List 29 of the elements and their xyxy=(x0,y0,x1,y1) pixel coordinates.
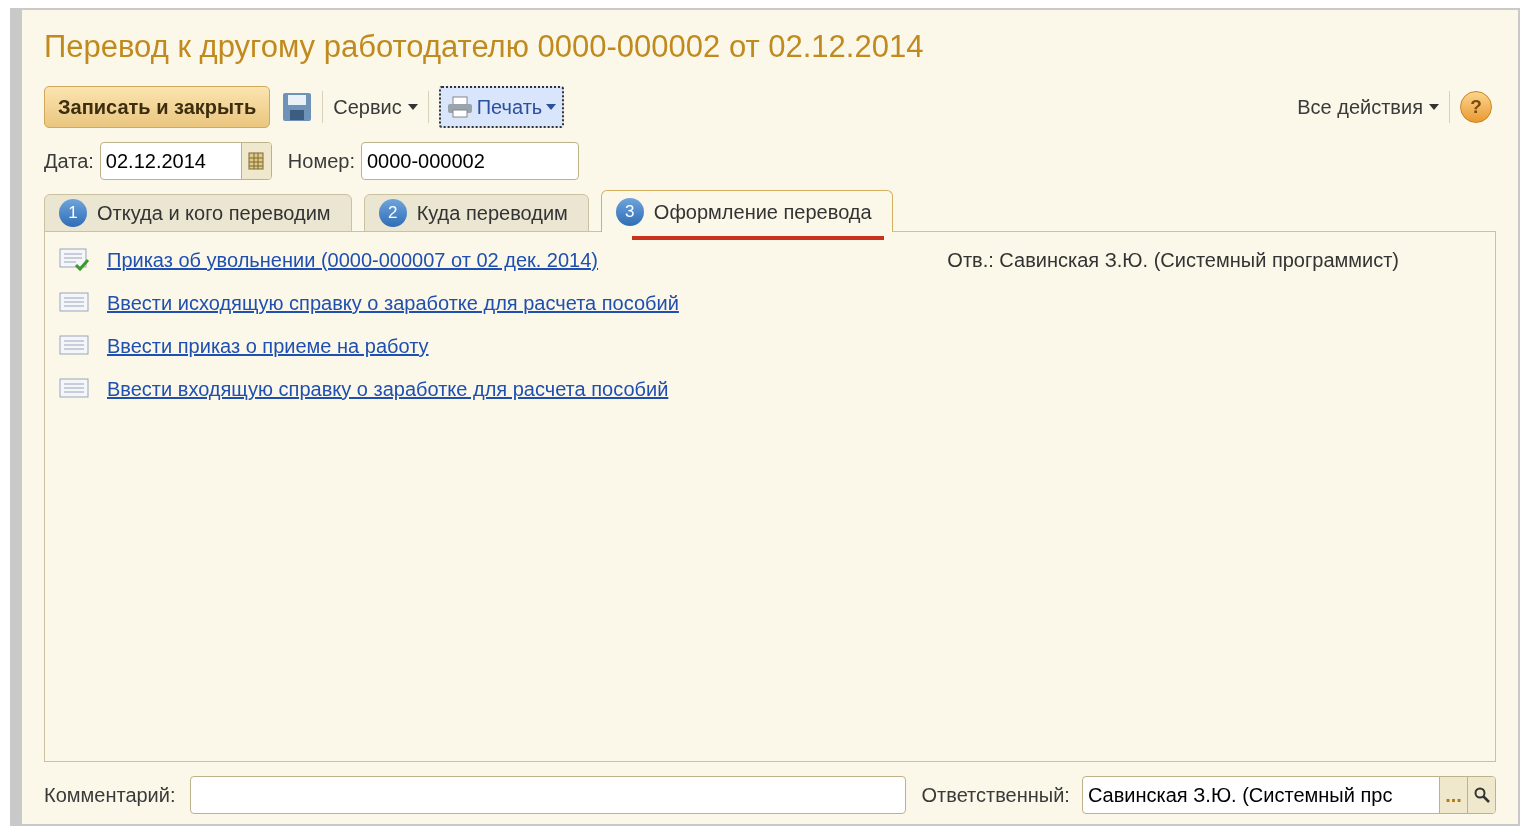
search-icon[interactable] xyxy=(1467,777,1495,813)
caret-icon xyxy=(1429,104,1439,110)
date-label: Дата: xyxy=(44,149,94,174)
save-and-close-button[interactable]: Записать и закрыть xyxy=(44,86,271,128)
comment-label: Комментарий: xyxy=(44,783,176,808)
number-field[interactable]: 0000-000002 xyxy=(360,142,579,180)
caret-icon xyxy=(407,104,418,110)
print-menu-button[interactable]: Печать xyxy=(438,86,565,128)
printer-icon xyxy=(446,96,473,118)
all-actions-menu-button[interactable]: Все действия xyxy=(1297,92,1439,122)
date-field[interactable]: 02.12.2014 xyxy=(99,142,272,180)
window-title: Перевод к другому работодателю 0000-000002 от 02.12.2014 xyxy=(44,28,925,66)
comment-field[interactable] xyxy=(189,776,906,814)
responsible-label: Ответственный: xyxy=(921,783,1070,808)
service-menu-button[interactable]: Сервис xyxy=(333,92,418,122)
task-link[interactable]: Приказ об увольнении (0000-000007 от 02 дек. 2014) xyxy=(107,245,599,275)
calendar-icon[interactable] xyxy=(240,143,271,179)
responsible-field[interactable]: Савинская З.Ю. (Системный прс ... xyxy=(1081,776,1496,814)
responsible-note: Отв.: Савинская З.Ю. (Системный программист) xyxy=(947,248,1399,273)
save-icon[interactable] xyxy=(282,92,313,122)
task-link[interactable]: Ввести приказ о приеме на работу xyxy=(107,331,429,361)
task-link[interactable]: Ввести исходящую справку о заработке для расчета пособий xyxy=(107,288,679,318)
help-button[interactable]: ? xyxy=(1460,91,1492,123)
number-label: Номер: xyxy=(287,149,355,174)
tab[interactable]: 1 Откуда и кого переводим xyxy=(44,194,352,232)
document-check-icon xyxy=(59,247,91,273)
task-link[interactable]: Ввести входящую справку о заработке для расчета пособий xyxy=(107,374,669,404)
tab[interactable]: 2 Куда переводим xyxy=(363,194,589,232)
caret-icon xyxy=(546,104,557,110)
